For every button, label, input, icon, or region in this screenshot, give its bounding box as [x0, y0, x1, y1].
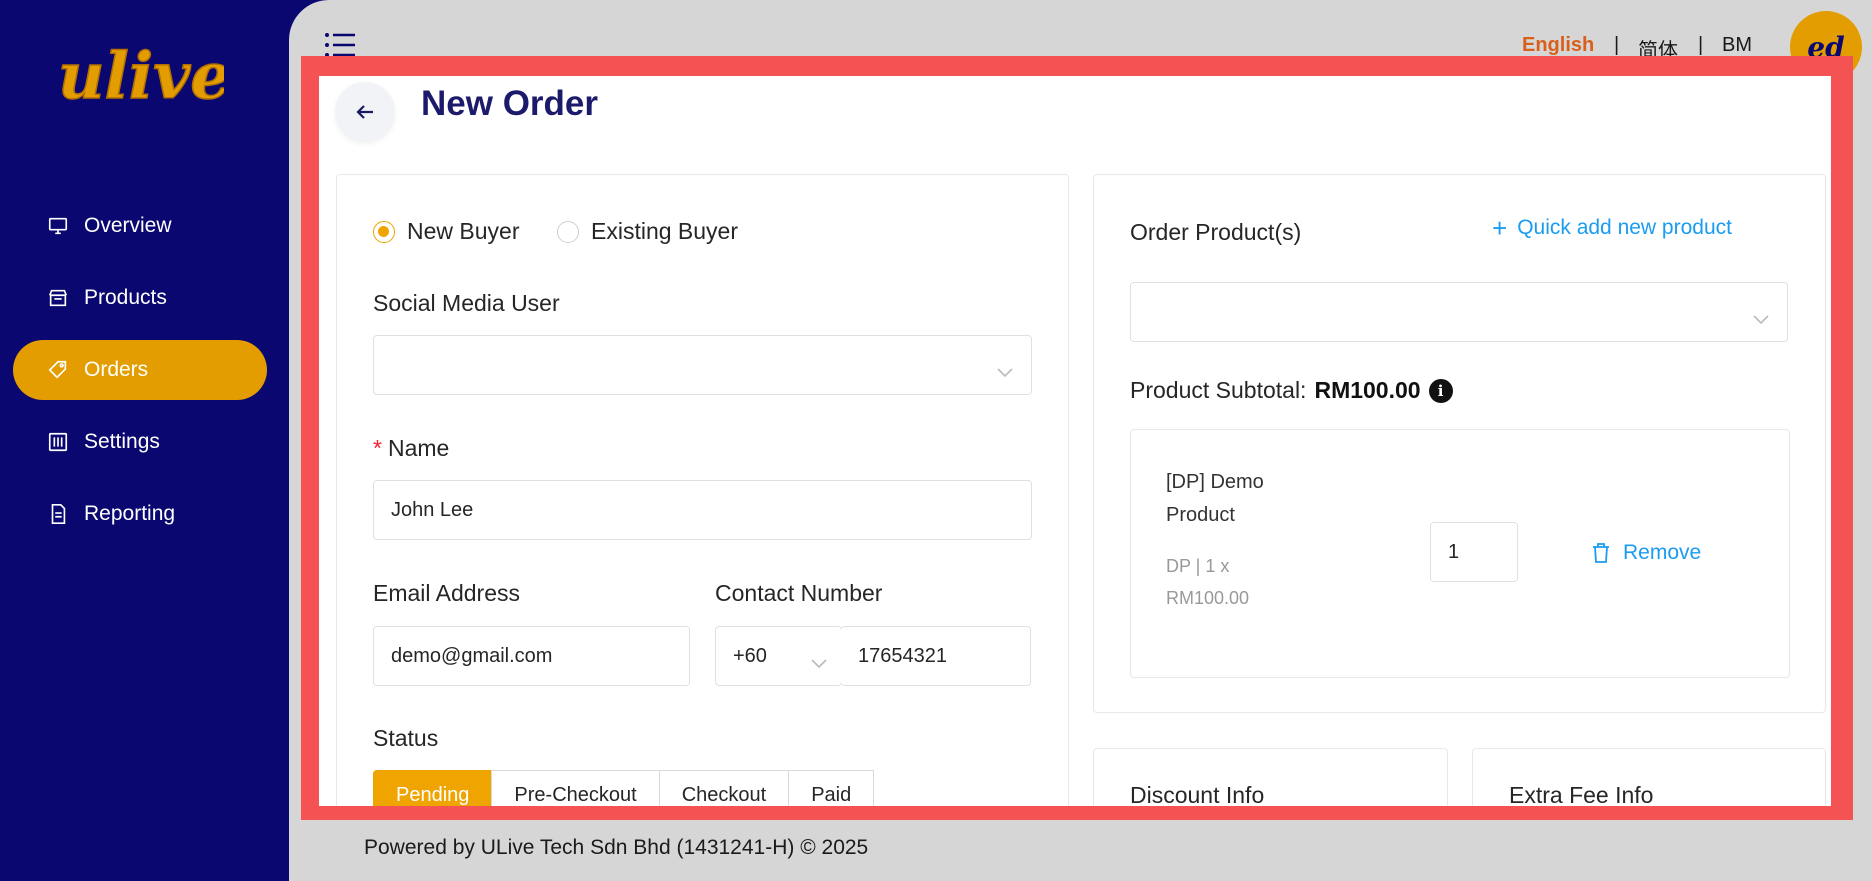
remove-product-button[interactable]: Remove: [1591, 541, 1701, 565]
sidebar-item-settings[interactable]: Settings: [13, 412, 267, 472]
tag-icon: [47, 359, 69, 381]
phone-input[interactable]: 17654321: [841, 626, 1031, 686]
quick-add-label: Quick add new product: [1517, 216, 1732, 239]
name-label-text: Name: [387, 435, 450, 461]
lang-separator: |: [1698, 34, 1704, 56]
lang-english[interactable]: English: [1522, 34, 1594, 57]
radio-label: Existing Buyer: [591, 218, 739, 244]
chevron-down-icon: [1753, 308, 1769, 325]
product-select[interactable]: [1130, 282, 1788, 342]
radio-existing-buyer[interactable]: Existing Buyer: [557, 218, 738, 245]
status-checkout-button[interactable]: Checkout: [658, 770, 790, 806]
order-products-label: Order Product(s): [1130, 219, 1302, 245]
document-icon: [47, 503, 69, 525]
sidebar-item-products[interactable]: Products: [13, 268, 267, 328]
page-title: New Order: [421, 84, 598, 123]
chevron-down-icon: [997, 361, 1013, 378]
radio-unchecked-icon: [557, 220, 579, 243]
footer-copyright: Powered by ULive Tech Sdn Bhd (1431241-H…: [364, 836, 869, 859]
product-subtotal: Product Subtotal: RM100.00 i: [1130, 377, 1453, 404]
radio-checked-icon: [373, 220, 395, 243]
contact-number-label: Contact Number: [715, 580, 883, 606]
sidebar-item-label: Settings: [84, 430, 160, 453]
social-media-user-label: Social Media User: [373, 290, 560, 316]
info-icon[interactable]: i: [1428, 378, 1453, 403]
email-input[interactable]: demo@gmail.com: [373, 626, 690, 686]
sidebar-item-reporting[interactable]: Reporting: [13, 484, 267, 544]
menu-toggle-icon[interactable]: [324, 32, 356, 58]
subtotal-label: Product Subtotal:: [1130, 377, 1307, 403]
name-label: * Name: [373, 435, 449, 462]
ulive-logo[interactable]: ulive: [54, 20, 232, 120]
sidebar-item-overview[interactable]: Overview: [13, 196, 267, 256]
discount-info-title: Discount Info: [1130, 782, 1265, 806]
required-mark: *: [373, 435, 382, 461]
status-label: Status: [373, 725, 439, 751]
radio-new-buyer[interactable]: New Buyer: [373, 218, 519, 245]
name-input[interactable]: John Lee: [373, 480, 1032, 540]
back-button[interactable]: [335, 82, 395, 142]
quantity-input[interactable]: 1: [1430, 522, 1518, 582]
sidebar-item-label: Overview: [84, 214, 172, 237]
plus-icon: +: [1492, 213, 1508, 243]
product-meta: DP | 1 x RM100.00: [1166, 550, 1296, 614]
trash-icon: [1593, 543, 1609, 563]
country-code-value: +60: [733, 644, 767, 667]
lang-malay[interactable]: BM: [1722, 34, 1752, 57]
radio-label: New Buyer: [407, 218, 520, 244]
sidebar-item-orders[interactable]: Orders: [13, 340, 267, 400]
subtotal-value: RM100.00: [1314, 377, 1421, 403]
chevron-down-icon: [811, 652, 827, 669]
new-order-panel: New Order New Buyer Existing Buyer Socia…: [319, 76, 1831, 806]
remove-label: Remove: [1623, 541, 1702, 564]
sidebar-item-label: Orders: [84, 358, 149, 381]
sidebar-item-label: Reporting: [84, 502, 176, 525]
sliders-icon: [47, 431, 69, 453]
monitor-icon: [47, 215, 69, 237]
arrow-left-icon: [356, 105, 373, 119]
quick-add-product-link[interactable]: + Quick add new product: [1492, 215, 1732, 241]
email-label: Email Address: [373, 580, 521, 606]
country-code-select[interactable]: +60: [715, 626, 842, 686]
product-meta-line: RM100.00: [1166, 588, 1250, 608]
product-name: [DP] Demo Product: [1166, 471, 1264, 526]
buyer-card: New Buyer Existing Buyer Social Media Us…: [336, 174, 1069, 806]
status-button-group: Pending Pre-Checkout Checkout Paid: [373, 770, 875, 806]
sidebar-item-label: Products: [84, 286, 167, 309]
main-area: English | 简体 | BM ed New Order New Buyer…: [289, 0, 1872, 881]
extra-fee-info-title: Extra Fee Info: [1509, 782, 1654, 806]
status-pre-checkout-button[interactable]: Pre-Checkout: [491, 770, 660, 806]
status-pending-button[interactable]: Pending: [373, 770, 493, 806]
product-meta-line: DP | 1 x: [1166, 556, 1230, 576]
lang-separator: |: [1614, 34, 1620, 56]
social-media-user-select[interactable]: [373, 335, 1032, 395]
store-icon: [47, 287, 69, 309]
svg-text:ulive: ulive: [58, 39, 224, 114]
status-paid-button[interactable]: Paid: [788, 770, 875, 806]
sidebar: ulive Overview Products Orders Settings …: [0, 0, 289, 881]
sidebar-nav: Overview Products Orders Settings Report…: [13, 196, 267, 556]
highlight-frame: New Order New Buyer Existing Buyer Socia…: [301, 56, 1853, 820]
